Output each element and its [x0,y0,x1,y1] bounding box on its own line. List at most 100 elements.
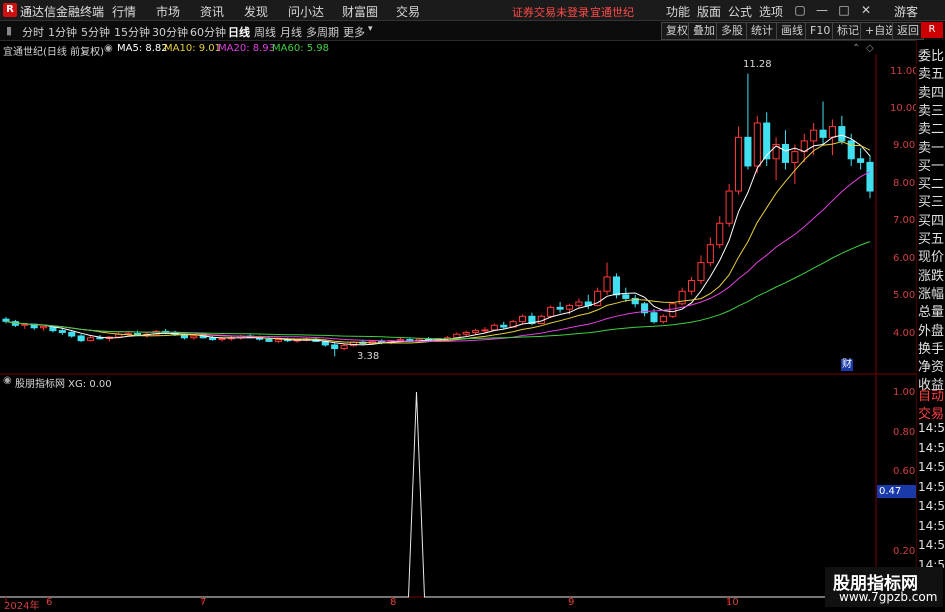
tongji-button[interactable]: 统计 [746,22,778,40]
subchart-settings-icon[interactable]: ◉ [3,375,12,386]
period-1min[interactable]: 1分钟 [48,24,77,40]
kline-chart[interactable] [0,40,916,609]
xlabel-7: 7 [200,597,207,608]
back-button[interactable]: 返回 [892,22,924,40]
candle-body [462,331,470,335]
sub-ytick-02: 0.20 [893,546,916,557]
candle-body [791,151,799,163]
menu-shichang[interactable]: 市场 [156,3,180,20]
menu-gongneng[interactable]: 功能 [666,3,690,20]
candle-body [838,126,846,142]
duogu-button[interactable]: 多股 [716,22,748,40]
period-30min[interactable]: 30分钟 [152,24,188,40]
candle-body [556,306,564,310]
period-more[interactable]: 更多 [343,24,365,40]
menu-zixun[interactable]: 资讯 [200,3,224,20]
candle-body [781,143,790,163]
quote-row-16: 换手 [918,341,945,357]
guest-label[interactable]: 游客 [894,3,918,20]
login-status[interactable]: 证券交易未登录 [512,4,589,20]
candle-body [575,301,583,307]
xlabel-9: 9 [568,597,575,608]
period-5min[interactable]: 5分钟 [81,24,110,40]
trade-time-1: 14:56 [918,440,945,455]
trade-row-1[interactable]: 交易 [918,403,944,422]
maximize-icon[interactable]: □ [836,2,852,18]
candle-body [716,222,724,246]
quote-row-17: 净资 [918,360,945,376]
menu-faxian[interactable]: 发现 [244,3,268,20]
candle-body [734,136,743,192]
chevron-down-icon[interactable]: ▾ [368,24,373,34]
menu-hangqing[interactable]: 行情 [112,3,136,20]
candle-body [340,345,348,350]
candle-body [828,126,836,138]
quote-row-12: 涨跌 [918,268,945,284]
menu-gongshi[interactable]: 公式 [728,3,752,20]
candle-body [490,324,498,331]
menu-jiaoyi[interactable]: 交易 [396,3,420,20]
candle-body [68,331,76,337]
pin-icon[interactable]: ▮ [6,24,12,37]
menu-wenxiaoda[interactable]: 问小达 [288,3,324,20]
trade-time-5: 14:56 [918,518,945,533]
period-weekly[interactable]: 周线 [254,24,276,40]
candle-body [2,318,10,322]
trade-time-3: 14:56 [918,479,945,494]
quote-row-13: 涨幅 [918,286,945,302]
quote-row-0: 委比 [918,49,945,64]
candle-body [622,294,630,299]
period-daily[interactable]: 日线 [228,24,250,40]
menu-xuanxiang[interactable]: 选项 [759,3,783,20]
stock-title: 宜通世纪 [590,6,634,19]
candle-body [190,335,198,339]
menu-banmian[interactable]: 版面 [697,3,721,20]
trade-time-4: 14:56 [918,499,945,513]
quote-row-6: 买一 [918,158,945,174]
quote-row-14: 总量 [918,305,945,321]
candle-body [659,315,667,323]
quote-row-2: 卖四 [918,85,945,101]
ma-line-2 [5,171,871,343]
xlabel-6: 6 [46,597,53,608]
period-multi[interactable]: 多周期 [306,24,339,40]
period-toolbar: ▮ 分时 1分钟 5分钟 15分钟 30分钟 60分钟 日线 周线 月线 多周期… [0,21,945,41]
period-monthly[interactable]: 月线 [280,24,302,40]
candle-body [650,312,658,323]
trade-row-0[interactable]: 自动 [918,385,944,404]
watermark-line2: www.7gpzb.com [839,590,938,604]
menu-bar: R 通达信金融终端 行情 市场 资讯 发现 问小达 财富圈 交易 证券交易未登录… [0,0,945,21]
xlabel-2024: 2024年 [4,601,40,612]
candle-body [819,129,827,138]
period-fenshi[interactable]: 分时 [22,24,44,40]
quote-row-5: 卖一 [918,140,945,156]
candle-body [209,337,217,341]
huaxian-button[interactable]: 画线 [776,22,808,40]
candle-body [810,129,818,142]
period-15min[interactable]: 15分钟 [114,24,150,40]
candle-body [133,332,142,336]
candle-body [518,315,527,323]
app-logo-icon: R [3,3,17,17]
candle-body [396,339,404,342]
ytick-7: 7.00 [893,215,916,226]
low-price-label: 3.38 [357,351,380,362]
subchart-title: 股朋指标网 XG: 0.00 [15,379,112,390]
candle-body [274,339,282,342]
candle-body [77,335,85,342]
close-icon[interactable]: ✕ [858,2,874,18]
period-60min[interactable]: 60分钟 [190,24,226,40]
candle-body [331,344,339,350]
quote-row-10: 买五 [918,232,945,247]
quote-panel-toggle-icon[interactable]: R [921,22,943,38]
finance-badge[interactable]: 财 [841,359,853,371]
f10-button[interactable]: F10 [805,22,836,40]
minimize-icon[interactable]: — [814,2,830,18]
menu-caifuquan[interactable]: 财富圈 [342,3,378,20]
restore-icon[interactable]: ▢ [792,2,808,18]
xg-signal-line [0,391,870,598]
candle-body [857,158,865,163]
candle-body [688,280,696,292]
candle-body [612,276,620,296]
ytick-8: 8.00 [893,178,916,189]
